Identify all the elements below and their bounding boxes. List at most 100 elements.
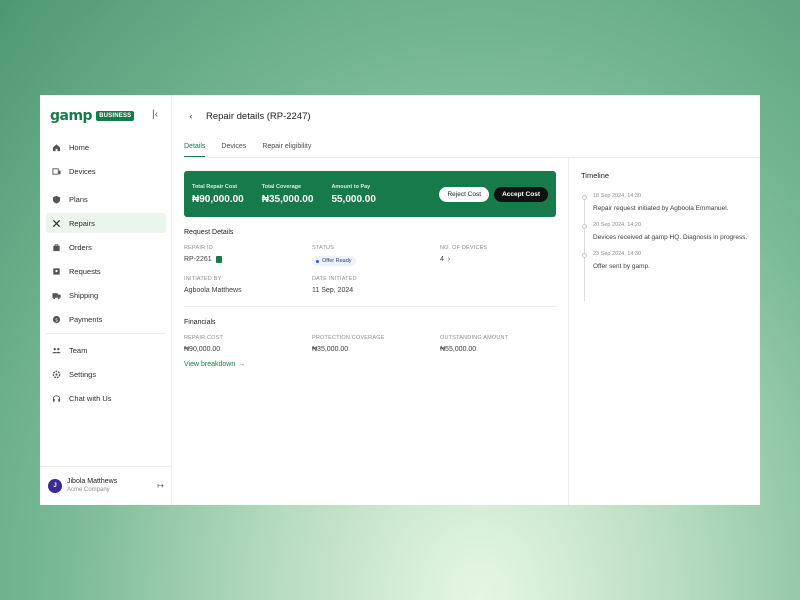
sidebar-item-label: Shipping — [69, 290, 99, 300]
protection-coverage-field: PROTECTION COVERAGE ₦35,000.00 — [312, 335, 440, 353]
collapse-sidebar-icon[interactable]: |‹ — [152, 109, 158, 120]
stat-label: Total Repair Cost — [192, 183, 238, 190]
timeline-date: 18 Sep 2024, 14:30 — [593, 193, 642, 199]
banner-actions: Reject Cost Accept Cost — [439, 186, 548, 202]
back-arrow-icon[interactable]: ‹ — [184, 109, 198, 123]
timeline-text: Repair request initiated by Agboola Emma… — [593, 205, 729, 212]
request-details-title: Request Details — [184, 229, 234, 236]
home-icon — [52, 143, 61, 152]
view-breakdown-link[interactable]: View breakdown → — [184, 361, 556, 368]
repair-id-value: RP-2261 — [184, 256, 212, 263]
timeline-text: Offer sent by gamp. — [593, 263, 650, 271]
logout-icon[interactable]: ↦ — [157, 481, 164, 490]
sidebar-item-shipping[interactable]: Shipping — [46, 285, 166, 305]
user-name: Jibola Matthews — [67, 478, 118, 485]
status-dot-icon — [316, 259, 319, 263]
timeline-list: 18 Sep 2024, 14:30 Repair request initia… — [581, 193, 748, 301]
sidebar-item-home[interactable]: Home — [46, 137, 166, 157]
field-label: DATE INITIATED — [312, 276, 357, 282]
tools-icon — [52, 219, 61, 228]
stat-label: Amount to Pay — [331, 183, 371, 190]
field-label: INITIATED BY — [184, 276, 222, 282]
field-value: ₦90,000.00 — [184, 346, 221, 353]
tab-details[interactable]: Details — [184, 143, 206, 157]
status-field: STATUS Offer Ready — [312, 245, 440, 266]
sidebar: gamp BUSINESS |‹ Home Devices Plans Repa… — [40, 95, 172, 505]
business-badge: BUSINESS — [96, 111, 135, 121]
sidebar-item-label: Requests — [69, 266, 101, 276]
timeline-text: Devices received at gamp HQ. Diagnosis i… — [593, 234, 748, 242]
financials-grid: REPAIR COST ₦90,000.00 PROTECTION COVERA… — [184, 335, 556, 353]
sidebar-item-plans[interactable]: Plans — [46, 189, 166, 209]
avatar: J — [48, 478, 62, 493]
timeline-item: 20 Sep 2024, 14:20 Devices received at g… — [581, 222, 748, 242]
amount-to-pay: Amount to Pay 55,000.00 — [331, 184, 376, 205]
field-value: Agboola Matthews — [184, 287, 242, 294]
field-value: 4 › — [440, 256, 556, 263]
tab-devices[interactable]: Devices — [221, 143, 246, 157]
timeline-dot-icon — [582, 195, 587, 200]
sidebar-item-label: Settings — [69, 369, 97, 379]
field-label: PROTECTION COVERAGE — [312, 335, 385, 341]
team-icon — [52, 346, 61, 355]
field-value: 11 Sep, 2024 — [312, 287, 354, 294]
repair-id-field: REPAIR ID RP-2261 — [184, 245, 312, 266]
stat-value: ₦35,000.00 — [261, 193, 314, 205]
timeline-date: 20 Sep 2024, 14:20 — [593, 222, 642, 229]
devices-count-value: 4 — [440, 256, 444, 263]
stat-value: 55,000.00 — [331, 193, 376, 205]
outstanding-amount-field: OUTSTANDING AMOUNT ₦55,000.00 — [440, 335, 556, 353]
tab-bar: Details Devices Repair eligibility — [184, 143, 311, 157]
cost-summary-banner: Total Repair Cost ₦90,000.00 Total Cover… — [184, 171, 556, 217]
user-profile[interactable]: J Jibola Matthews Acme Company ↦ — [48, 478, 164, 493]
stat-label: Total Coverage — [261, 183, 302, 190]
sidebar-item-settings[interactable]: Settings — [46, 364, 166, 384]
sidebar-item-requests[interactable]: Requests — [46, 261, 166, 281]
brand: gamp BUSINESS — [50, 108, 135, 124]
status-badge: Offer Ready — [312, 256, 356, 266]
timeline-item: 23 Sep 2024, 14:30 Offer sent by gamp. — [581, 251, 748, 271]
user-org: Acme Company — [67, 487, 110, 493]
sidebar-item-orders[interactable]: Orders — [46, 237, 166, 257]
timeline-title: Timeline — [581, 171, 610, 180]
view-breakdown-label: View breakdown — [184, 361, 236, 368]
sidebar-item-label: Chat with Us — [69, 393, 112, 403]
orders-icon — [52, 243, 61, 252]
sidebar-item-team[interactable]: Team — [46, 340, 166, 360]
stat-value: ₦90,000.00 — [192, 193, 244, 205]
main-panel: ‹ Repair details (RP-2247) Details Devic… — [172, 95, 760, 505]
chevron-right-icon[interactable]: › — [448, 256, 450, 263]
sidebar-item-chat[interactable]: Chat with Us — [46, 388, 166, 408]
field-value: ₦35,000.00 — [312, 346, 349, 353]
repair-cost-field: REPAIR COST ₦90,000.00 — [184, 335, 312, 353]
shield-icon — [52, 195, 61, 204]
initiated-by-field: INITIATED BY Agboola Matthews — [184, 276, 312, 294]
nav-divider — [46, 333, 166, 334]
svg-text:$: $ — [55, 317, 58, 323]
user-divider — [40, 466, 172, 467]
gamp-logo[interactable]: gamp — [50, 108, 93, 124]
gear-icon — [52, 370, 61, 379]
sidebar-item-repairs[interactable]: Repairs — [46, 213, 166, 233]
sidebar-item-payments[interactable]: $ Payments — [46, 309, 166, 329]
timeline-item: 18 Sep 2024, 14:30 Repair request initia… — [581, 193, 748, 213]
field-value: RP-2261 — [184, 256, 312, 263]
copy-icon[interactable] — [215, 256, 222, 263]
devices-count-field[interactable]: NO. OF DEVICES 4 › — [440, 245, 556, 266]
timeline-panel: Timeline 18 Sep 2024, 14:30 Repair reque… — [568, 157, 760, 505]
headset-icon — [52, 394, 61, 403]
accept-cost-button[interactable]: Accept Cost — [494, 186, 548, 202]
details-content: Total Repair Cost ₦90,000.00 Total Cover… — [184, 171, 556, 368]
field-label: NO. OF DEVICES — [440, 245, 488, 251]
total-coverage: Total Coverage ₦35,000.00 — [262, 184, 314, 205]
field-value: ₦55,000.00 — [440, 346, 477, 353]
page-title: Repair details (RP-2247) — [206, 110, 311, 122]
sidebar-item-devices[interactable]: Devices — [46, 161, 166, 181]
section-divider — [184, 306, 556, 307]
requests-icon — [52, 267, 61, 276]
tab-repair-eligibility[interactable]: Repair eligibility — [262, 143, 311, 157]
status-text: Offer Ready — [322, 258, 352, 264]
reject-cost-button[interactable]: Reject Cost — [439, 186, 490, 202]
timeline-date: 23 Sep 2024, 14:30 — [593, 251, 642, 258]
sidebar-item-label: Team — [69, 345, 88, 355]
